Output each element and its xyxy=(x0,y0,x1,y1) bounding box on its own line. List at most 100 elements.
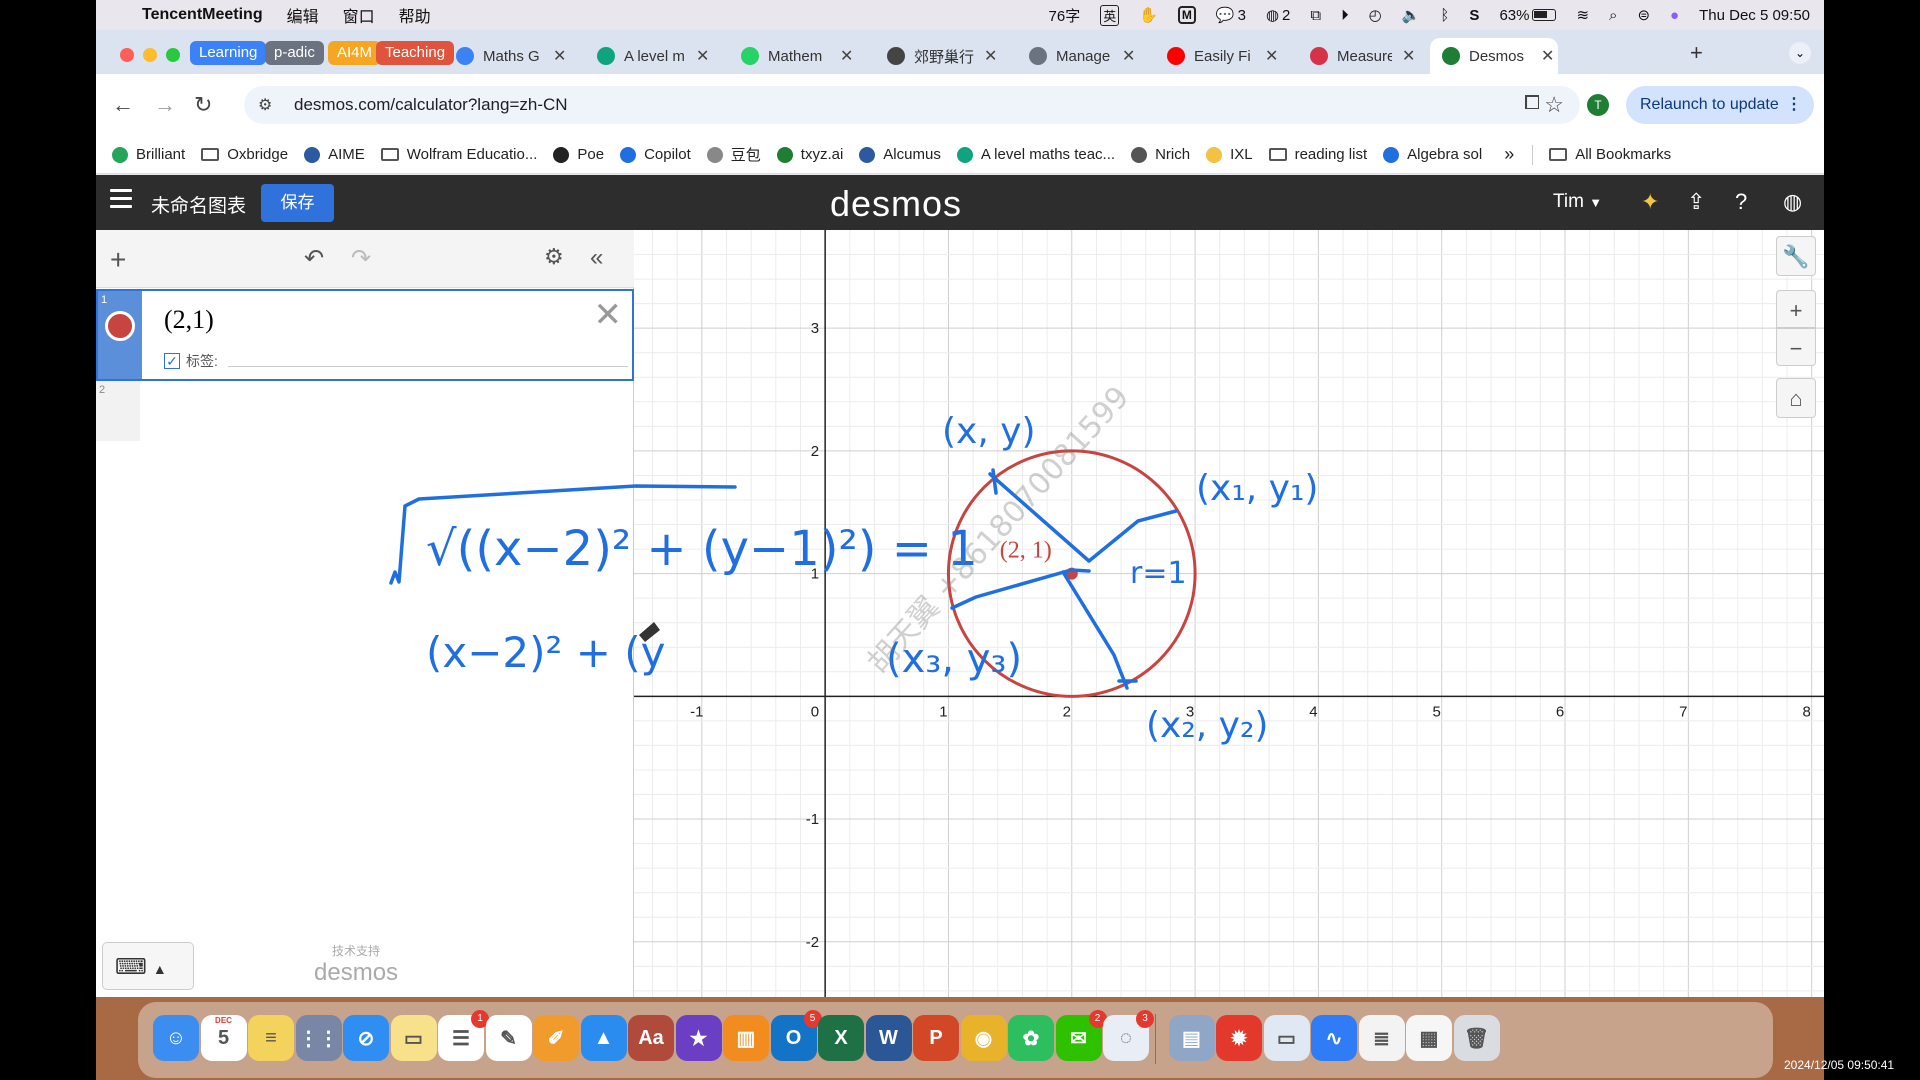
home-icon[interactable]: ⌂ xyxy=(1776,378,1816,418)
graph-paper[interactable]: -1 0 1 2 3 4 5 6 7 8 -2 -1 1 2 3 (2, 1) xyxy=(634,230,1824,997)
menu-edit[interactable]: 编辑 xyxy=(287,3,319,27)
close-window-button[interactable] xyxy=(120,48,134,62)
menu-window[interactable]: 窗口 xyxy=(343,3,375,27)
wechat-status[interactable]: ◍ 2 xyxy=(1266,6,1290,25)
bookmark-item[interactable]: Wolfram Educatio... xyxy=(380,146,537,163)
chrome-icon[interactable]: ◉ xyxy=(960,1015,1007,1061)
wechat-icon[interactable]: ✉ 2 xyxy=(1055,1010,1107,1061)
siri-icon[interactable]: ● xyxy=(1670,7,1679,24)
imovie-icon[interactable]: ★ xyxy=(675,1015,722,1061)
site-info-icon[interactable]: ⚙ xyxy=(258,95,272,115)
keyboard-toggle-button[interactable]: ⌨ ▲ xyxy=(102,942,194,990)
zoom-in-button[interactable]: + xyxy=(1776,290,1816,328)
keynote-icon[interactable]: ▲ xyxy=(580,1015,627,1061)
tencent-meeting-icon[interactable]: ∿ xyxy=(1311,1015,1357,1061)
maximize-window-button[interactable] xyxy=(166,48,180,62)
tab-group-p-adic[interactable]: p-adic xyxy=(265,41,324,65)
evernote-icon[interactable]: ✿ xyxy=(1008,1015,1054,1061)
bookmark-item[interactable]: Alcumus xyxy=(859,146,941,163)
minimize-window-button[interactable] xyxy=(143,48,157,62)
forward-button[interactable]: → xyxy=(154,92,176,118)
time-machine-icon[interactable]: ◴ xyxy=(1369,6,1382,24)
bookmarks-more-button[interactable]: » xyxy=(1504,144,1514,165)
messages-icon[interactable]: ◌ 3 xyxy=(1103,1010,1154,1061)
help-icon[interactable]: ? xyxy=(1735,189,1747,215)
tab-1[interactable]: Maths G ✕ xyxy=(444,38,570,74)
bookmark-item[interactable]: Brilliant xyxy=(112,146,185,163)
play-icon[interactable]: ⏵ xyxy=(1341,7,1349,24)
sparkle-icon[interactable]: ✦ xyxy=(1641,189,1659,215)
s-app-icon[interactable]: S xyxy=(1469,7,1479,24)
input-method[interactable]: 英 xyxy=(1100,4,1120,26)
reminders-icon[interactable]: ☰ 1 xyxy=(438,1010,489,1061)
tab-group-teaching[interactable]: Teaching xyxy=(376,41,455,65)
tab-group-learning[interactable]: Learning xyxy=(190,41,267,65)
notes-icon[interactable]: ≡ xyxy=(248,1015,294,1061)
add-expression-button[interactable]: + xyxy=(110,244,126,276)
bookmark-item[interactable]: Copilot xyxy=(620,146,691,163)
relaunch-button[interactable]: Relaunch to update ⋮ xyxy=(1626,86,1814,124)
documents-icon[interactable]: ≣ xyxy=(1358,1015,1405,1061)
bookmark-item[interactable]: IXL xyxy=(1206,146,1253,163)
tab-6[interactable]: Easily Fi ✕ xyxy=(1155,38,1282,74)
pages-icon[interactable]: ✐ xyxy=(533,1015,579,1061)
extensions-icon[interactable]: ⧠ xyxy=(1524,92,1540,115)
stickies-icon[interactable]: ▭ xyxy=(390,1015,437,1061)
bookmark-item[interactable]: A level maths teac... xyxy=(956,146,1115,163)
graph-title[interactable]: 未命名图表 xyxy=(151,191,246,218)
tab-8[interactable]: Desmos ✕ xyxy=(1430,38,1558,74)
language-globe-icon[interactable]: ◍ xyxy=(1783,189,1802,215)
tab-5[interactable]: Manage ✕ xyxy=(1017,38,1139,74)
menu-help[interactable]: 帮助 xyxy=(399,3,431,27)
tab-2[interactable]: A level m ✕ xyxy=(585,38,713,74)
screenshot-icon[interactable]: ▦ xyxy=(1406,1015,1452,1061)
address-bar[interactable]: ⚙ desmos.com/calculator?lang=zh-CN ☆ xyxy=(244,86,1580,124)
reload-button[interactable]: ↻ xyxy=(194,92,212,118)
save-button[interactable]: 保存 xyxy=(261,184,334,222)
checkbox-icon[interactable]: ✓ xyxy=(164,353,180,369)
tab-search-button[interactable]: ⌄ xyxy=(1789,42,1811,64)
outlook-icon[interactable]: O5 xyxy=(770,1010,822,1061)
close-tab-icon[interactable]: ✕ xyxy=(984,46,997,66)
hand-icon[interactable]: ✋ xyxy=(1139,6,1158,24)
bookmark-item[interactable]: 豆包 xyxy=(706,144,761,165)
bookmark-item[interactable]: Algebra sol xyxy=(1383,146,1482,163)
bluetooth-icon[interactable]: ᛒ xyxy=(1440,7,1449,24)
launchpad-icon[interactable]: ⋮⋮ xyxy=(295,1015,342,1061)
delete-expression-icon[interactable]: ✕ xyxy=(594,295,623,335)
bookmark-star-icon[interactable]: ☆ xyxy=(1544,92,1564,118)
graph-settings-gear-icon[interactable]: ⚙ xyxy=(544,244,564,270)
profile-avatar[interactable]: T xyxy=(1587,94,1609,116)
excel-icon[interactable]: X xyxy=(818,1015,864,1061)
powerpoint-icon[interactable]: P xyxy=(913,1015,959,1061)
new-tab-button[interactable]: + xyxy=(1690,40,1703,66)
bookmark-item[interactable]: reading list xyxy=(1268,146,1367,163)
collapse-panel-icon[interactable]: « xyxy=(590,244,603,272)
tab-4[interactable]: 郊野巢行 ✕ xyxy=(875,38,1001,74)
point-color-toggle-icon[interactable] xyxy=(105,311,135,341)
wrench-icon[interactable]: 🔧 xyxy=(1776,236,1816,276)
zoom-out-button[interactable]: − xyxy=(1776,328,1816,366)
freeform-icon[interactable]: ✎ xyxy=(485,1015,532,1061)
finder-icon[interactable]: ☺ xyxy=(153,1015,199,1061)
calendar-icon[interactable]: 5 DEC xyxy=(200,1015,247,1061)
screen-record-icon[interactable]: ⧉ xyxy=(1310,7,1321,24)
url-text[interactable]: desmos.com/calculator?lang=zh-CN xyxy=(294,95,568,115)
menu-datetime[interactable]: Thu Dec 5 09:50 xyxy=(1699,7,1810,24)
bookmark-item[interactable]: Poe xyxy=(553,146,604,163)
bookmark-item[interactable]: txyz.ai xyxy=(776,146,843,163)
hamburger-menu-icon[interactable] xyxy=(110,189,132,213)
share-icon[interactable]: ⇪ xyxy=(1687,189,1705,215)
notification-status[interactable]: 💬 3 xyxy=(1216,6,1246,25)
close-tab-icon[interactable]: ✕ xyxy=(553,46,566,66)
word-icon[interactable]: W xyxy=(865,1015,912,1061)
label-toggle[interactable]: ✓ 标签: xyxy=(164,351,218,371)
undo-icon[interactable]: ↶ xyxy=(304,244,324,273)
control-center-icon[interactable]: ⊜ xyxy=(1637,6,1650,24)
volume-icon[interactable]: 🔈 xyxy=(1402,6,1421,24)
close-tab-icon[interactable]: ✕ xyxy=(1402,46,1415,66)
word-count[interactable]: 76字 xyxy=(1049,5,1081,26)
redo-icon[interactable]: ↷ xyxy=(351,244,371,273)
tab-3[interactable]: Mathem ✕ xyxy=(729,38,857,74)
menu-app-name[interactable]: TencentMeeting xyxy=(142,6,263,24)
